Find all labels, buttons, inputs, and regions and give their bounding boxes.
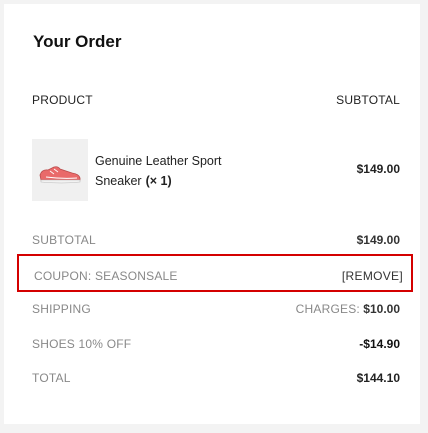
sneaker-icon: [39, 166, 81, 184]
discount-row: SHOES 10% OFF -$14.90: [32, 337, 400, 351]
total-value: $144.10: [356, 371, 400, 385]
shipping-value: CHARGES: $10.00: [296, 302, 400, 316]
shipping-row: SHIPPING CHARGES: $10.00: [32, 302, 400, 316]
product-price: $149.00: [356, 162, 400, 176]
remove-coupon-link[interactable]: [REMOVE]: [342, 269, 403, 283]
subtotal-row: SUBTOTAL $149.00: [32, 233, 400, 247]
order-summary-card: Your Order PRODUCT SUBTOTAL Genuine Leat…: [4, 4, 420, 424]
order-title: Your Order: [33, 32, 122, 51]
discount-label: SHOES 10% OFF: [32, 337, 132, 351]
total-row: TOTAL $144.10: [32, 371, 400, 385]
coupon-row: COUPON: SEASONSALE [REMOVE]: [17, 254, 413, 292]
coupon-label: COUPON: SEASONSALE: [34, 269, 178, 283]
shipping-label: SHIPPING: [32, 302, 91, 316]
subtotal-column-header: SUBTOTAL: [336, 93, 400, 107]
product-quantity: (× 1): [145, 174, 172, 188]
product-column-header: PRODUCT: [32, 93, 93, 107]
shipping-amount: $10.00: [363, 302, 400, 316]
subtotal-value: $149.00: [356, 233, 400, 247]
product-name[interactable]: Genuine Leather Sport Sneaker (× 1): [95, 151, 255, 191]
shipping-charges-label: CHARGES:: [295, 302, 360, 316]
subtotal-label: SUBTOTAL: [32, 233, 96, 247]
total-label: TOTAL: [32, 371, 71, 385]
discount-value: -$14.90: [359, 337, 400, 351]
product-thumbnail[interactable]: [32, 139, 88, 201]
